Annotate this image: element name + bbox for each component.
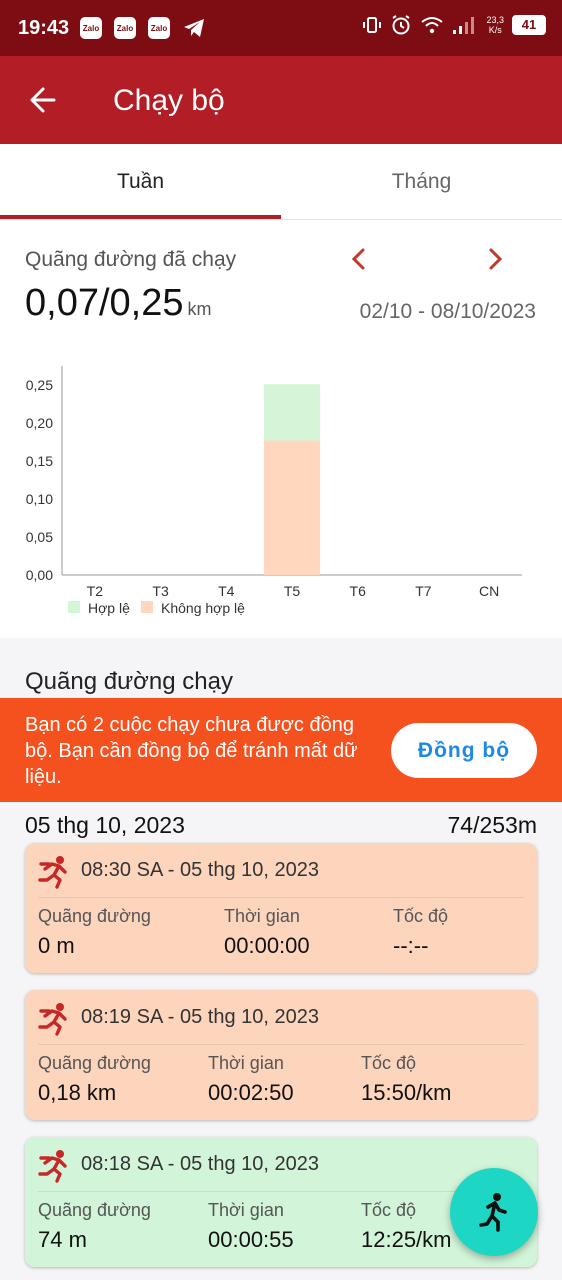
x-tick-label: T5 [284,583,301,599]
y-tick-label: 0,25 [26,377,53,393]
zalo-notification-icon: Zalo [80,17,102,39]
status-bar: 19:43 Zalo Zalo Zalo 23,3 K/s 41 [0,0,562,56]
legend-label-valid: Hợp lệ [88,600,130,616]
x-tick-label: T6 [350,583,367,599]
chart-bar-segment [264,440,320,575]
y-tick-label: 0,15 [26,453,53,469]
legend-swatch-valid [68,601,80,613]
network-speed: 23,3 K/s [486,15,504,35]
period-tabs: Tuần Tháng [0,144,562,220]
x-tick-label: T3 [152,583,169,599]
day-date: 05 thg 10, 2023 [25,812,185,838]
tab-week[interactable]: Tuần [0,144,281,220]
y-tick-label: 0,20 [26,415,53,431]
divider [38,1191,524,1192]
page-title: Chạy bộ [113,84,225,117]
runner-icon [38,1003,67,1036]
chevron-right-icon [489,248,503,270]
time-label: Thời gian [208,1053,284,1073]
duration-value: 00:02:50 [208,1080,294,1105]
distance-value: 74 m [38,1227,87,1252]
distance-label: Quãng đường [38,1200,151,1220]
distance-label: Quãng đường [38,1053,151,1073]
run-datetime: 08:18 SA - 05 thg 10, 2023 [81,1153,319,1175]
distance-value: 0,18 km [38,1080,117,1105]
wifi-icon [421,17,444,34]
run-datetime: 08:19 SA - 05 thg 10, 2023 [81,1006,319,1028]
zalo-notification-icon: Zalo [114,17,136,39]
alarm-icon [392,15,411,35]
y-tick-label: 0,10 [26,491,53,507]
distance-ratio: 0,07/0,25 [25,282,184,324]
day-header: 05 thg 10, 2023 74/253m [25,812,537,839]
start-run-button[interactable] [450,1168,538,1256]
divider [38,897,524,898]
time-label: Thời gian [208,1200,284,1220]
tab-month[interactable]: Tháng [281,144,562,220]
run-card[interactable]: 08:19 SA - 05 thg 10, 2023 Quãng đường T… [25,990,537,1120]
day-total: 74/253m [447,812,537,838]
pace-label: Tốc độ [361,1053,417,1073]
pace-label: Tốc độ [361,1200,417,1220]
battery-indicator: 41 [512,15,546,35]
runner-icon [38,1150,67,1183]
run-card[interactable]: 08:30 SA - 05 thg 10, 2023 Quãng đường T… [25,843,537,973]
time-label: Thời gian [224,906,300,926]
previous-week-button[interactable] [346,246,372,272]
chevron-left-icon [351,248,365,270]
divider [38,1044,524,1045]
distance-unit: km [187,299,212,319]
y-tick-label: 0,00 [26,567,53,583]
pace-value: 15:50/km [361,1080,452,1105]
legend-swatch-invalid [141,601,153,613]
section-title: Quãng đường chạy [25,668,233,695]
pace-value: 12:25/km [361,1227,452,1252]
summary-value: 0,07/0,25 km [25,282,211,325]
duration-value: 00:00:55 [208,1227,294,1252]
pace-label: Tốc độ [393,906,449,926]
y-tick-label: 0,05 [26,529,53,545]
pace-value: --:-- [393,933,429,958]
weekly-distance-chart: 0,000,050,100,150,200,25 T2 T3 T4 T5 T6 T7 CN … [26,366,522,616]
runner-icon [38,856,67,889]
zalo-notification-icon: Zalo [148,17,170,39]
distance-summary: Quãng đường đã chạy 0,07/0,25 km 02/10 - … [0,220,562,638]
distance-label: Quãng đường [38,906,151,926]
date-range: 02/10 - 08/10/2023 [359,300,536,323]
run-datetime: 08:30 SA - 05 thg 10, 2023 [81,859,319,881]
status-icons: 23,3 K/s 41 [362,14,546,36]
vibrate-icon [363,17,382,33]
distance-value: 0 m [38,933,75,958]
x-tick-label: T4 [218,583,235,599]
sync-warning-banner: Bạn có 2 cuộc chạy chưa được đồng bộ. Bạ… [0,698,562,802]
legend-label-invalid: Không hợp lệ [161,600,245,616]
x-tick-label: CN [479,583,499,599]
next-week-button[interactable] [482,246,508,272]
sync-button[interactable]: Đồng bộ [391,723,537,778]
signal-icon [453,17,475,34]
summary-label: Quãng đường đã chạy [25,248,237,271]
x-tick-label: T2 [87,583,104,599]
app-bar: Chạy bộ [0,56,562,144]
duration-value: 00:00:00 [224,933,310,958]
tab-indicator [0,215,281,219]
arrow-left-icon [30,87,56,113]
back-button[interactable] [24,80,64,120]
status-time: 19:43 [18,17,70,39]
chart-bar-segment [264,384,320,441]
x-tick-label: T7 [415,583,432,599]
sync-warning-text: Bạn có 2 cuộc chạy chưa được đồng bộ. Bạ… [25,714,358,788]
telegram-icon [184,19,204,37]
walking-person-icon [479,1193,507,1232]
